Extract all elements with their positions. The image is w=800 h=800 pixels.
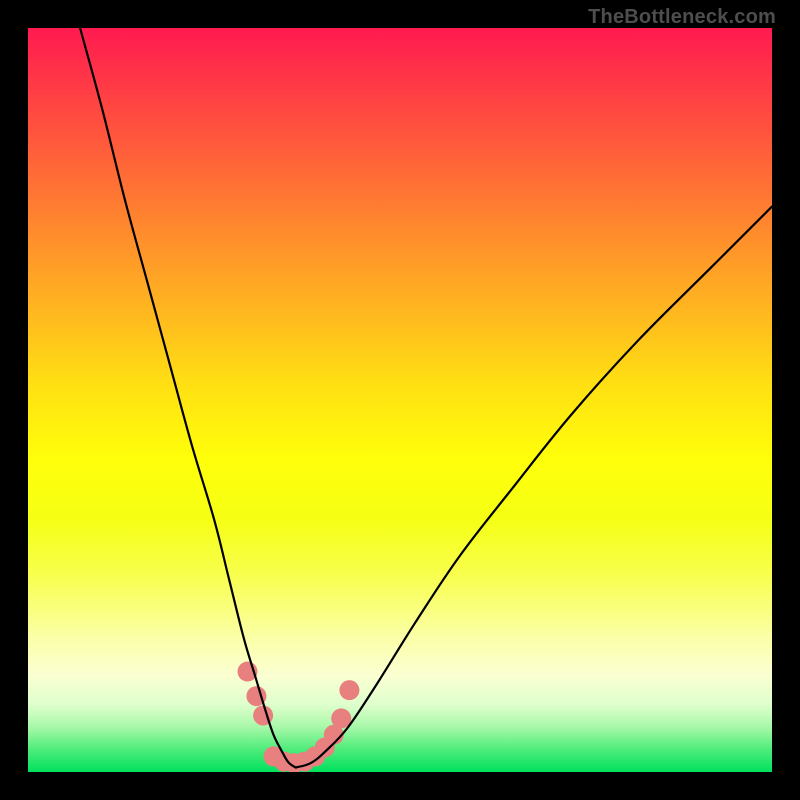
curve-layer — [28, 28, 772, 772]
data-dot — [339, 680, 359, 700]
left-curve — [80, 28, 296, 768]
plot-area — [28, 28, 772, 772]
watermark-text: TheBottleneck.com — [588, 6, 776, 29]
chart-frame: TheBottleneck.com — [0, 0, 800, 800]
right-curve — [296, 207, 772, 768]
